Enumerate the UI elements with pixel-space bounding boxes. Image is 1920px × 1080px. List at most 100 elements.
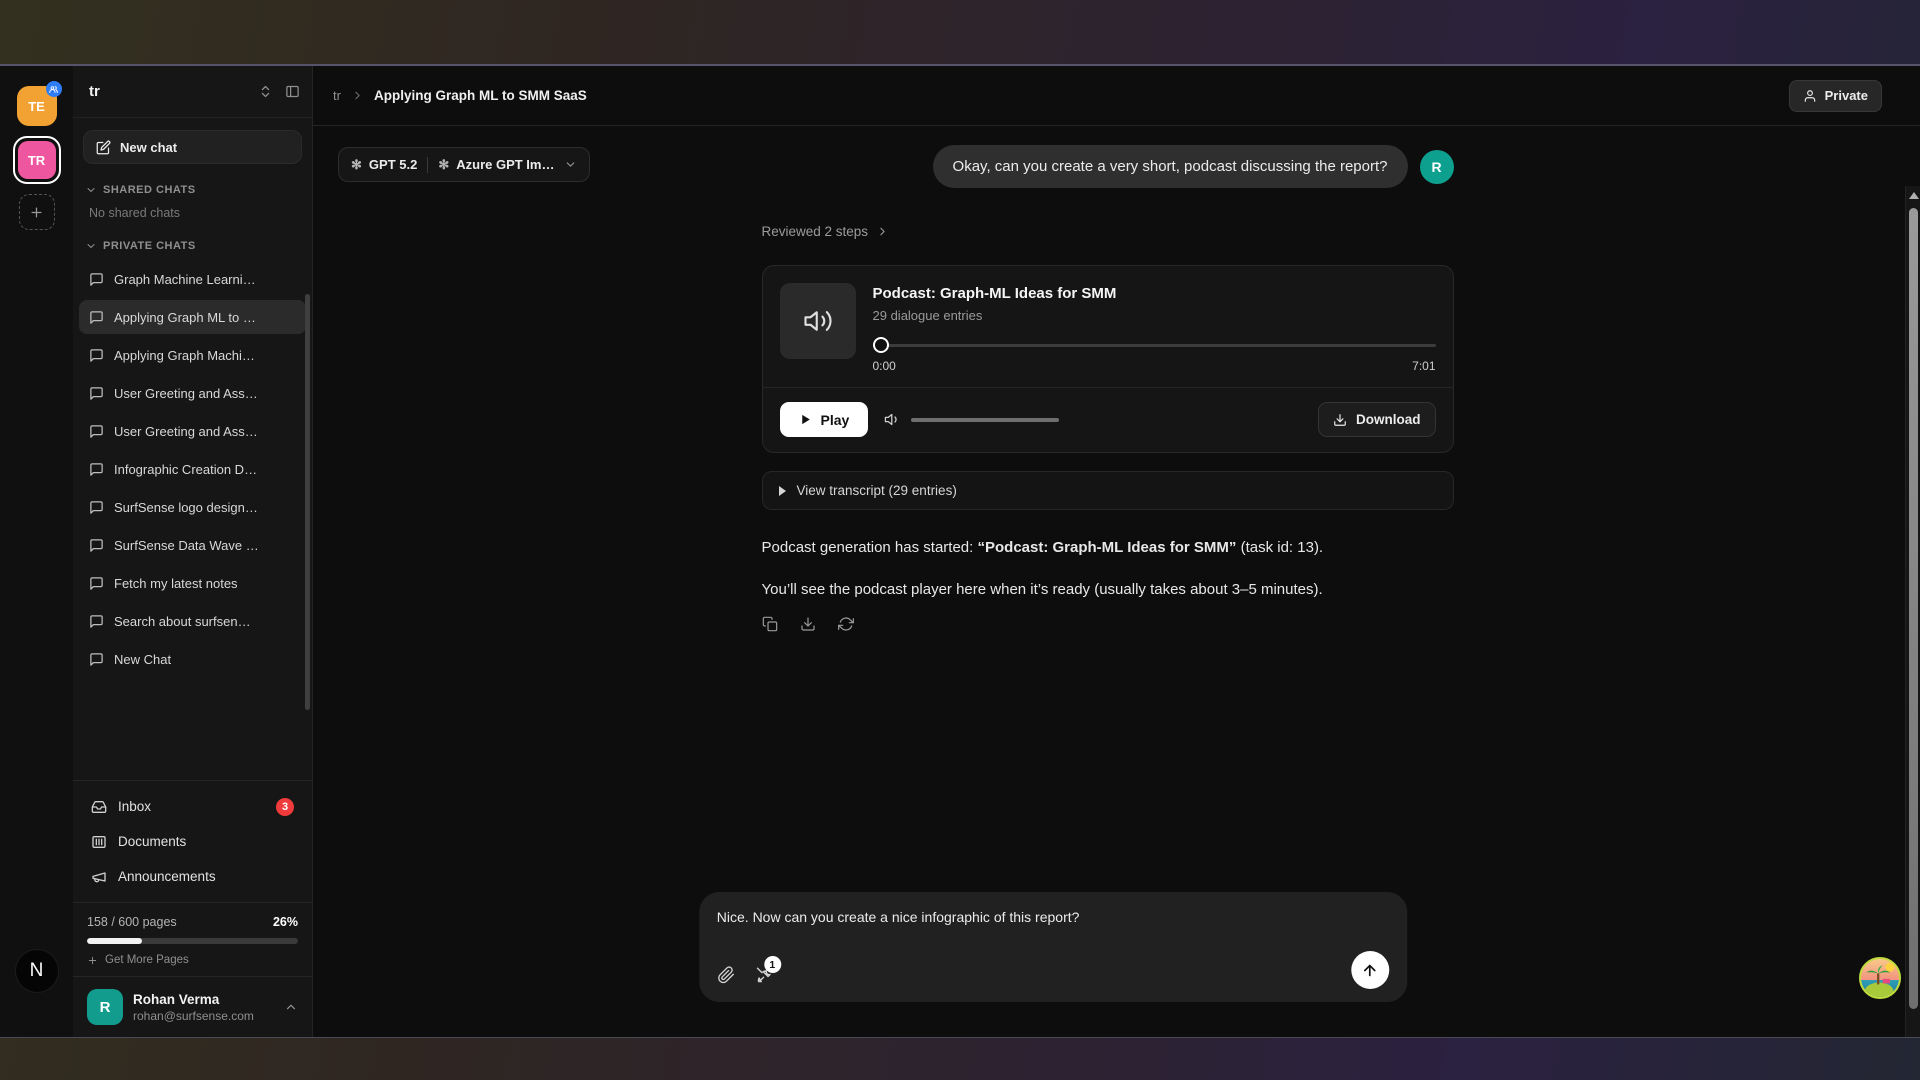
view-transcript-toggle[interactable]: View transcript (29 entries) [762, 471, 1454, 510]
chat-title: Search about surfsen… [114, 614, 251, 629]
sidebar: tr New chat SHARED CHATS No shared chats… [73, 66, 313, 1037]
model-secondary[interactable]: ✻ Azure GPT Im… [438, 157, 554, 172]
chat-list-item[interactable]: Infographic Creation D… [79, 452, 306, 486]
seek-slider[interactable] [873, 337, 1436, 353]
paperclip-icon [717, 966, 735, 984]
breadcrumb-root[interactable]: tr [333, 88, 341, 103]
transcript-label: View transcript (29 entries) [797, 483, 957, 498]
model-selector[interactable]: ✻ GPT 5.2 ✻ Azure GPT Im… [338, 147, 590, 182]
message-icon [89, 424, 104, 439]
copy-icon[interactable] [762, 616, 778, 632]
scroll-up-arrow[interactable] [1909, 192, 1919, 199]
chat-list-item[interactable]: Applying Graph Machi… [79, 338, 306, 372]
private-chats-header: PRIVATE CHATS [103, 240, 196, 252]
workspace-avatar-tr-selected[interactable]: TR [13, 136, 61, 184]
chat-title: New Chat [114, 652, 171, 667]
sidebar-item-announcements[interactable]: Announcements [81, 859, 304, 894]
user-message-bubble: Okay, can you create a very short, podca… [933, 145, 1408, 188]
download-icon[interactable] [800, 616, 816, 632]
get-more-pages-button[interactable]: Get More Pages [87, 954, 298, 966]
new-chat-button[interactable]: New chat [83, 130, 302, 164]
usage-meter: 158 / 600 pages 26% Get More Pages [73, 903, 312, 976]
pages-used-label: 158 / 600 pages [87, 915, 177, 929]
island-emoji-icon [1861, 959, 1899, 997]
chat-list-item[interactable]: Search about surfsen… [79, 604, 306, 638]
chat-title: SurfSense logo design… [114, 500, 258, 515]
openai-logo-icon: ✻ [351, 158, 362, 171]
shared-chats-header: SHARED CHATS [103, 184, 196, 196]
workspace-avatar-te[interactable]: TE [17, 86, 57, 126]
breadcrumb: tr Applying Graph ML to SMM SaaS [333, 88, 1789, 103]
island-theme-button[interactable] [1859, 957, 1901, 999]
volume-icon[interactable] [884, 411, 901, 428]
model-primary[interactable]: ✻ GPT 5.2 [351, 157, 417, 172]
chat-list-item[interactable]: SurfSense Data Wave … [79, 528, 306, 562]
inbox-unread-badge: 3 [276, 798, 294, 816]
sidebar-bottom: Inbox 3 Documents Announcements 158 / 60… [73, 780, 312, 1037]
shared-chats-section-toggle[interactable]: SHARED CHATS [73, 170, 312, 202]
seek-track [873, 344, 1436, 347]
volume-slider[interactable] [911, 418, 1059, 422]
chevron-down-icon [85, 240, 97, 252]
divider [763, 387, 1453, 388]
composer-input[interactable]: Nice. Now can you create a nice infograp… [717, 909, 1389, 925]
nav-label: Announcements [118, 869, 294, 884]
chat-list-item-active[interactable]: Applying Graph ML to … [79, 300, 306, 334]
chevron-down-icon [564, 158, 577, 171]
volume-control [884, 411, 1059, 428]
chat-list-item[interactable]: SurfSense logo design… [79, 490, 306, 524]
send-button[interactable] [1351, 951, 1389, 989]
add-workspace-button[interactable] [19, 194, 55, 230]
scrollbar[interactable] [1905, 186, 1920, 1037]
pencil-icon [96, 140, 111, 155]
chat-title: Infographic Creation D… [114, 462, 257, 477]
message-icon [89, 386, 104, 401]
divider [427, 157, 428, 173]
app-logo-letter: N [30, 960, 44, 982]
message-icon [89, 500, 104, 515]
collapse-sidebar-icon[interactable] [285, 84, 300, 99]
private-chats-section-toggle[interactable]: PRIVATE CHATS [73, 226, 312, 258]
tools-button[interactable]: 1 [755, 966, 773, 989]
chat-title: Graph Machine Learni… [114, 272, 256, 287]
download-icon [1333, 413, 1347, 427]
arrow-up-icon [1361, 962, 1378, 979]
message-composer[interactable]: Nice. Now can you create a nice infograp… [699, 892, 1407, 1002]
chat-list-item[interactable]: Graph Machine Learni… [79, 262, 306, 296]
private-visibility-button[interactable]: Private [1789, 80, 1882, 112]
chat-list-item[interactable]: User Greeting and Ass… [79, 414, 306, 448]
message-icon [89, 538, 104, 553]
private-label: Private [1825, 88, 1868, 103]
reviewed-steps-toggle[interactable]: Reviewed 2 steps [762, 224, 890, 239]
download-label: Download [1356, 412, 1421, 427]
new-chat-label: New chat [120, 140, 177, 155]
chat-list-item[interactable]: Fetch my latest notes [79, 566, 306, 600]
chat-list-item[interactable]: User Greeting and Ass… [79, 376, 306, 410]
assistant-status-message: Podcast generation has started: “Podcast… [762, 537, 1454, 559]
message-icon [89, 310, 104, 325]
chat-title: Fetch my latest notes [114, 576, 238, 591]
sidebar-item-inbox[interactable]: Inbox 3 [81, 789, 304, 824]
scrollbar-thumb[interactable] [1909, 208, 1918, 1009]
chat-list-item[interactable]: New Chat [79, 642, 306, 676]
account-menu-button[interactable]: R Rohan Verma rohan@surfsense.com [73, 977, 312, 1037]
app-logo-button[interactable]: N [15, 949, 59, 993]
regenerate-icon[interactable] [838, 616, 854, 632]
chevron-down-icon [85, 184, 97, 196]
openai-logo-icon: ✻ [438, 158, 449, 171]
attach-file-button[interactable] [717, 966, 735, 989]
breadcrumb-current: Applying Graph ML to SMM SaaS [374, 88, 587, 103]
pages-progress-fill [87, 938, 142, 944]
profile-name: Rohan Verma [133, 992, 274, 1007]
tools-count-badge: 1 [764, 956, 781, 973]
plus-icon [87, 955, 98, 966]
sidebar-scrollbar-thumb[interactable] [305, 294, 310, 710]
speaker-icon [803, 306, 833, 336]
play-button[interactable]: Play [780, 402, 869, 437]
sidebar-item-documents[interactable]: Documents [81, 824, 304, 859]
seek-thumb[interactable] [873, 337, 889, 353]
download-button[interactable]: Download [1318, 402, 1436, 437]
megaphone-icon [91, 869, 107, 885]
total-duration: 7:01 [1412, 359, 1435, 373]
workspace-switcher-icon[interactable] [258, 84, 273, 99]
